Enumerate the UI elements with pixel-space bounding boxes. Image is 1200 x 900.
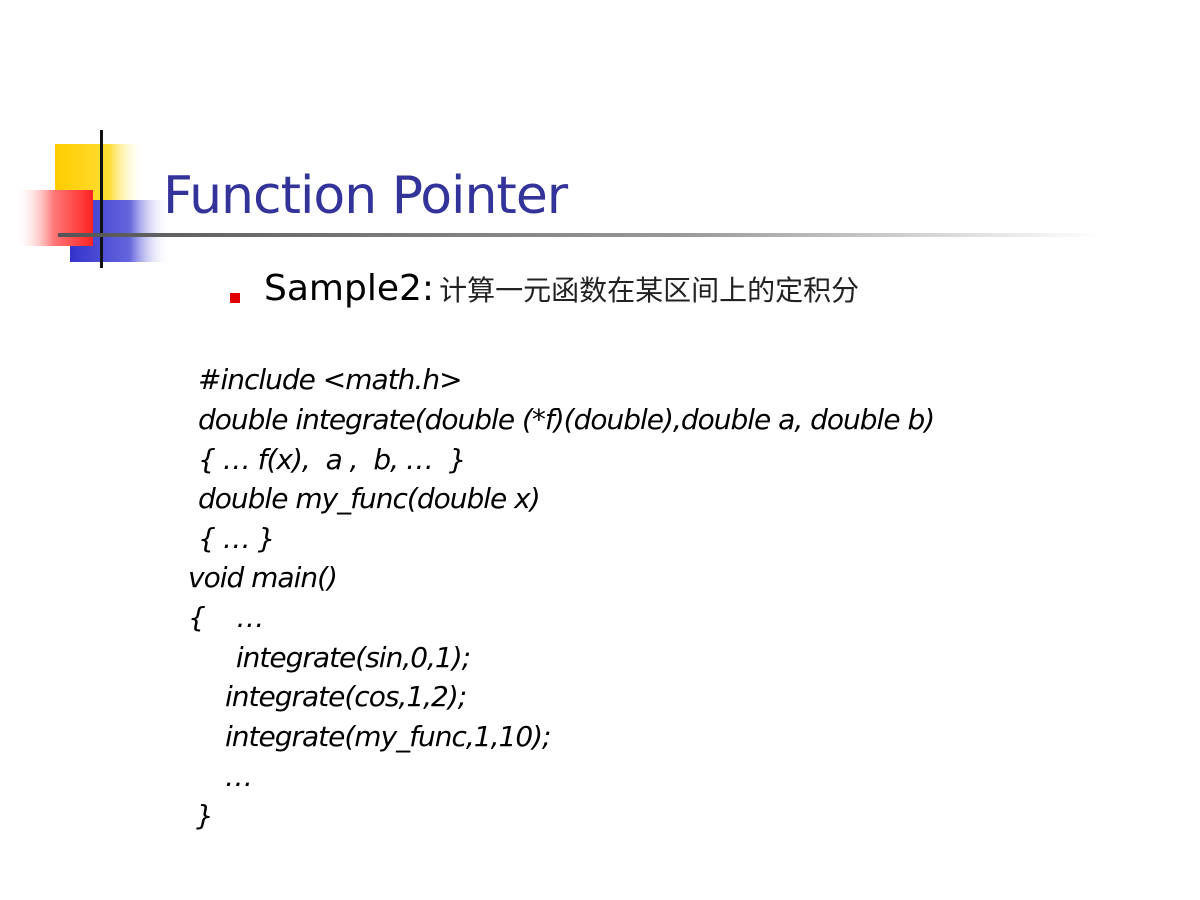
bullet-marker — [230, 293, 240, 303]
code-line: integrate(my_func,1,10); — [225, 720, 551, 753]
code-line: integrate(cos,1,2); — [225, 680, 467, 713]
bullet-label: Sample2: — [264, 268, 435, 309]
code-line: { … f(x), a , b, … } — [198, 443, 467, 476]
code-line: integrate(sin,0,1); — [228, 641, 471, 674]
code-line: double integrate(double (*f)(double),dou… — [198, 403, 935, 436]
code-line: void main() — [188, 561, 338, 594]
corner-decoration — [15, 130, 170, 268]
code-line: { … — [188, 601, 264, 634]
code-line: } — [196, 799, 214, 832]
code-line: … — [225, 760, 253, 793]
code-line: #include <math.h> — [198, 363, 463, 396]
slide-title: Function Pointer — [163, 166, 568, 226]
bullet-description: 计算一元函数在某区间上的定积分 — [439, 274, 860, 307]
code-line: { … } — [198, 522, 275, 555]
deco-red-square — [15, 190, 93, 246]
deco-vertical-line — [100, 130, 103, 268]
code-line: double my_func(double x) — [198, 482, 541, 515]
bullet-item: Sample2: 计算一元函数在某区间上的定积分 — [264, 268, 859, 309]
title-underline — [58, 233, 1100, 237]
